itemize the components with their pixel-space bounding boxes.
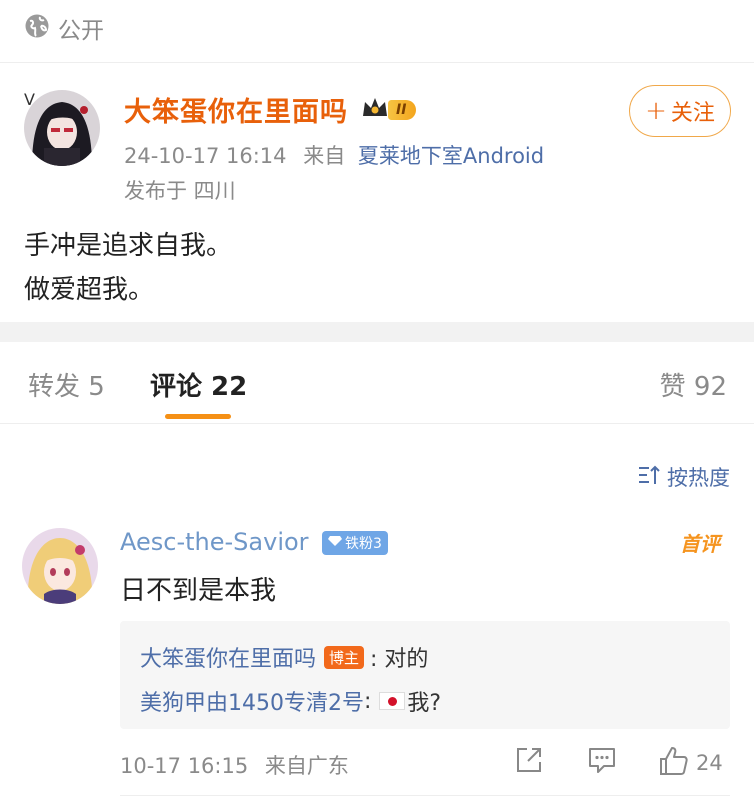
post-content: 手冲是追求自我。 做爱超我。 [24,224,232,312]
crown-icon [360,94,390,126]
comment-text: 日不到是本我 [120,576,277,606]
post-location: 发布于 四川 [124,179,236,203]
visibility-label: 公开 [58,18,104,44]
active-tab-indicator [165,414,231,419]
sort-label: 按热度 [667,466,730,490]
post-timestamp: 24-10-17 16:14 [124,144,287,168]
comment-meta: 10-17 16:15 来自广东 [120,750,349,780]
reply-text: : [364,688,372,714]
sort-control[interactable]: 按热度 [637,462,730,492]
interaction-tabs: 转发 5 评论 22 赞 92 [0,342,754,424]
visibility-indicator: 公开 [24,10,104,46]
divider [0,423,754,424]
tab-comment[interactable]: 评论 22 [150,366,247,403]
commenter-avatar[interactable] [22,528,98,604]
japan-flag-icon [379,692,406,710]
reply-preview[interactable]: 大笨蛋你在里面吗 博主 : 对的 美狗甲由1450专清2号 : 我? [120,621,730,729]
author-avatar[interactable]: V [24,90,104,170]
share-icon [514,745,544,779]
author-tag: 博主 [324,645,365,669]
follow-button[interactable]: + 关注 [629,85,731,137]
thumbs-up-icon [658,745,690,781]
diamond-icon [328,535,342,551]
fan-badge-label: 铁粉3 [345,536,382,552]
reply-author[interactable]: 大笨蛋你在里面吗 [140,641,316,673]
post-line: 手冲是追求自我。 [24,231,233,261]
sort-icon [637,464,661,491]
post-meta: 24-10-17 16:14 来自 夏莱地下室Android [124,140,544,170]
author-name[interactable]: 大笨蛋你在里面吗 [124,90,348,129]
divider [120,795,730,796]
reply-button[interactable] [587,745,617,779]
plus-icon: + [645,96,667,126]
like-count: 24 [696,751,723,775]
reply-suffix: 我? [407,691,442,716]
share-button[interactable] [514,745,544,779]
vip-level: II [388,100,417,120]
fan-badge: 铁粉3 [322,531,388,555]
reply-text: : 对的 [370,647,429,672]
follow-label: 关注 [670,101,715,126]
comment-location: 来自广东 [264,754,349,778]
source-prefix: 来自 [303,144,346,168]
reply-author[interactable]: 美狗甲由1450专清2号 [140,685,364,717]
like-button[interactable]: 24 [658,745,723,781]
comment-time: 10-17 16:15 [120,754,249,778]
post-source[interactable]: 夏莱地下室Android [358,144,544,168]
section-separator [0,322,754,342]
post-line: 做爱超我。 [24,275,155,305]
comment-icon [587,745,617,779]
vip-badge[interactable]: II [360,94,417,126]
reply-item: 大笨蛋你在里面吗 博主 : 对的 [140,641,428,673]
first-comment-badge: 首评 [680,532,720,556]
tab-like[interactable]: 赞 92 [660,366,727,403]
avatar-image [24,90,100,166]
tab-repost[interactable]: 转发 5 [28,366,105,403]
globe-icon [24,13,50,43]
divider [0,62,754,63]
reply-item: 美狗甲由1450专清2号 : 我? [140,685,441,717]
commenter-name[interactable]: Aesc-the-Savior [120,528,309,556]
